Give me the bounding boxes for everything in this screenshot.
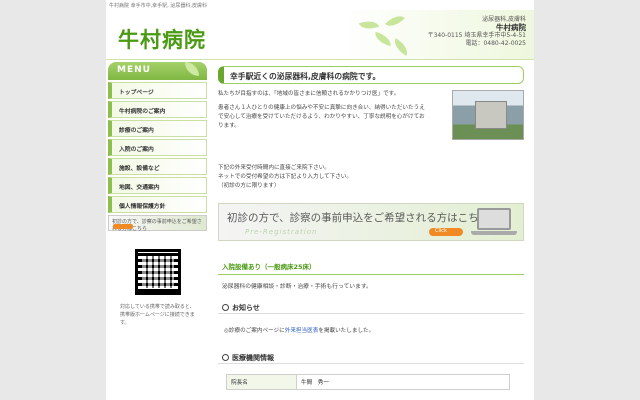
qr-note: 対応している携帯で読み取ると、携帯版ホームページに接続できます。: [120, 304, 195, 326]
hospital-building-photo: [452, 90, 524, 140]
sidebar: MENU トップページ 牛村病院のご案内 診療のご案内 入院のご案内 施設、設備…: [108, 62, 207, 327]
sidebar-item-inpatient[interactable]: 入院のご案内: [108, 139, 207, 156]
circle-bullet-icon: [222, 304, 229, 311]
reception-info: 下記の外来受付時間内に直接ご来院下さい。 ネットでの受付希望の方は下記より入力し…: [218, 164, 524, 191]
table-key: 院長名: [226, 374, 297, 390]
notice-text-pre: 診療のご案内ページに: [228, 328, 285, 334]
intro-text-1: 私たちが目指すのは、「地域の皆さまに信頼されるかかりつけ医」です。: [218, 91, 400, 97]
pre-registration-english: Pre-Registration: [245, 228, 318, 236]
notice-heading: お知らせ: [218, 302, 524, 314]
reception-text-1: 下記の外来受付時間内に直接ご来院下さい。: [218, 165, 330, 171]
menu-leaf-icon: [185, 62, 199, 76]
services-text: 泌尿器科の健康相談・診断・治療・手術も行っています。: [222, 284, 372, 290]
intro-section: 私たちが目指すのは、「地域の皆さまに信頼されるかかりつけ医」です。 患者さん１人…: [218, 90, 524, 150]
top-tagline: 牛村病院 幸手市中,幸手駅, 泌尿器科,皮膚科: [109, 3, 207, 9]
header-phone: 電話：0480-42-0025: [465, 40, 526, 47]
menu-header: MENU: [108, 62, 207, 80]
medical-info-heading-text: 医療機関情報: [232, 354, 274, 362]
laptop-icon: [471, 208, 517, 235]
sidebar-item-top[interactable]: トップページ: [108, 82, 207, 99]
leaf-decoration-icon: [356, 11, 416, 62]
pre-registration-banner[interactable]: 初診の方で、診察の事前申込をご希望される方はこちら Pre-Registrati…: [218, 203, 524, 241]
intro-text-2: 患者さん１人ひとりの健康上の悩みや不安に真摯に向き合い、納得いただいたうえで安心…: [218, 105, 425, 129]
sidebar-banner-button[interactable]: [113, 224, 133, 229]
sidebar-item-access[interactable]: 地図、交通案内: [108, 177, 207, 194]
sidebar-reservation-banner[interactable]: 初診の方で、診察の事前申込をご希望される方はこちら: [108, 215, 207, 232]
header-contact-info: 泌尿器科,皮膚科 牛村病院 〒340-0115 埼玉県幸手市中5-4-51 電話…: [428, 16, 526, 48]
main-content: 幸手駅近くの泌尿器科,皮膚科の病院です。 私たちが目指すのは、「地域の皆さまに信…: [218, 66, 524, 390]
notice-text-post: を掲載いたしました。: [318, 328, 375, 334]
inpatient-heading: 入院設備あり（一般病床25床）: [218, 261, 524, 275]
site-header: 牛村病院 泌尿器科,皮膚科 牛村病院 〒340-0115 埼玉県幸手市中5-4-…: [106, 10, 534, 60]
pre-registration-click-button[interactable]: Click: [429, 228, 463, 236]
notice-item: ◎診療のご案内ページに外来担当医表を掲載いたしました。: [218, 326, 524, 334]
doctor-schedule-link[interactable]: 外来担当医表: [285, 328, 319, 334]
medical-info-table: 院長名 牛間 秀一: [226, 374, 510, 390]
menu-label: MENU: [117, 65, 151, 75]
sidebar-item-about[interactable]: 牛村病院のご案内: [108, 101, 207, 118]
circle-bullet-icon: [222, 354, 229, 361]
qr-code: [134, 249, 181, 295]
sidebar-item-facilities[interactable]: 施設、設備など: [108, 158, 207, 175]
header-address: 〒340-0115 埼玉県幸手市中5-4-51: [427, 32, 526, 39]
medical-info-heading: 医療機関情報: [218, 352, 524, 364]
page-wrapper: 牛村病院 幸手市中,幸手駅, 泌尿器科,皮膚科 牛村病院 泌尿器科,皮膚科 牛村…: [106, 0, 534, 400]
site-logo[interactable]: 牛村病院: [118, 24, 206, 54]
sidebar-item-privacy[interactable]: 個人情報保護方針: [108, 196, 207, 213]
table-value: 牛間 秀一: [296, 374, 510, 390]
pre-registration-text: 初診の方で、診察の事前申込をご希望される方はこちら: [227, 212, 490, 224]
reception-text-3: （初診の方に限ります）: [218, 183, 280, 189]
header-hospital-name: 牛村病院: [496, 23, 526, 32]
page-title: 幸手駅近くの泌尿器科,皮膚科の病院です。: [218, 66, 524, 84]
notice-heading-text: お知らせ: [232, 304, 260, 312]
reception-text-2: ネットでの受付希望の方は下記より入力して下さい。: [218, 174, 352, 180]
sidebar-item-medical[interactable]: 診療のご案内: [108, 120, 207, 137]
table-row: 院長名 牛間 秀一: [226, 374, 510, 390]
